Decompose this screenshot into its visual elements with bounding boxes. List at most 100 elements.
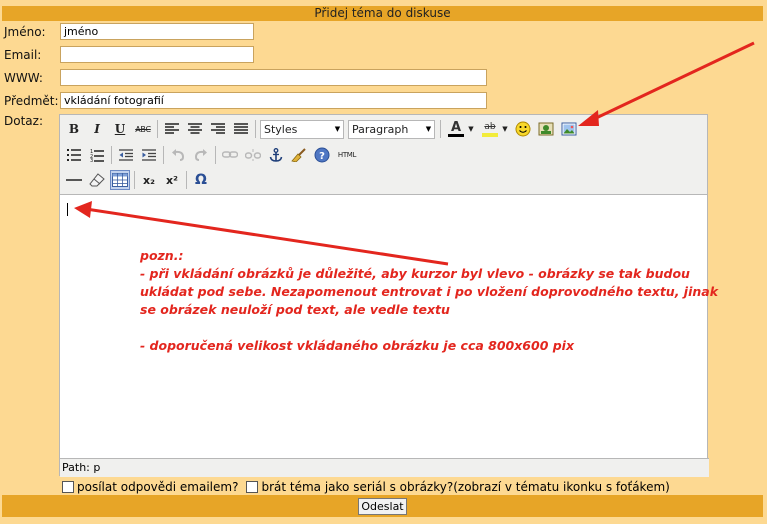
name-input[interactable]: jméno — [60, 23, 254, 40]
bold-button[interactable]: B — [64, 119, 84, 139]
remove-format-button[interactable] — [87, 170, 107, 190]
broom-icon — [291, 148, 306, 162]
text-cursor — [67, 203, 68, 216]
smiley-icon — [515, 121, 531, 137]
note-line: - doporučená velikost vkládaného obrázku… — [140, 338, 575, 353]
insert-media-button[interactable] — [536, 119, 556, 139]
align-center-icon — [188, 123, 202, 134]
toolbar-separator — [163, 146, 164, 164]
note-line: pozn.: — [140, 248, 184, 263]
note-line — [140, 319, 660, 337]
italic-button[interactable]: I — [87, 119, 107, 139]
highlight-color-button[interactable]: ab — [479, 119, 501, 139]
bullet-list-button[interactable] — [64, 145, 84, 165]
toolbar-separator — [111, 146, 112, 164]
paragraph-select-value: Paragraph — [352, 122, 409, 136]
horizontal-rule-button[interactable] — [64, 170, 84, 190]
indent-icon — [142, 149, 156, 161]
email-label: Email: — [4, 48, 42, 62]
bullet-list-icon — [67, 149, 81, 161]
font-color-dropdown[interactable]: ▼ — [467, 119, 475, 139]
svg-text:3: 3 — [90, 158, 93, 162]
align-right-button[interactable] — [208, 119, 228, 139]
strikethrough-button[interactable]: ABC — [133, 119, 153, 139]
toolbar-separator — [255, 120, 256, 138]
www-input[interactable] — [60, 69, 487, 86]
align-justify-button[interactable] — [231, 119, 251, 139]
redo-button[interactable] — [191, 145, 211, 165]
align-center-button[interactable] — [185, 119, 205, 139]
numbered-list-button[interactable]: 123 — [87, 145, 107, 165]
eraser-icon — [89, 173, 105, 187]
serial-label: brát téma jako seriál s obrázky?(zobrazí… — [261, 480, 670, 494]
outdent-icon — [119, 149, 133, 161]
indent-button[interactable] — [139, 145, 159, 165]
underline-button[interactable]: U — [110, 119, 130, 139]
form-header: Přidej téma do diskuse — [2, 6, 763, 21]
cleanup-button[interactable] — [289, 145, 309, 165]
align-left-button[interactable] — [162, 119, 182, 139]
outdent-button[interactable] — [116, 145, 136, 165]
editor-toolbar-row-2: 123 ? HTML — [64, 144, 362, 166]
toolbar-separator — [186, 171, 187, 189]
styles-select-value: Styles — [264, 122, 298, 136]
unlink-icon — [245, 149, 261, 161]
subject-label: Předmět: — [4, 94, 59, 108]
numbered-list-icon: 123 — [90, 149, 104, 162]
submit-button[interactable]: Odeslat — [358, 498, 407, 515]
options-row: posílat odpovědi emailem? brát téma jako… — [62, 480, 670, 494]
highlight-icon: ab — [484, 121, 496, 132]
highlight-color-dropdown[interactable]: ▼ — [501, 119, 509, 139]
editor-path-status: Path: p — [60, 458, 709, 477]
help-icon: ? — [314, 147, 330, 163]
special-character-button[interactable]: Ω — [191, 170, 211, 190]
table-button[interactable] — [110, 170, 130, 190]
unlink-button[interactable] — [243, 145, 263, 165]
link-icon — [222, 151, 238, 158]
subscript-button[interactable]: x₂ — [139, 170, 159, 190]
question-label: Dotaz: — [4, 114, 43, 128]
note-line: se obrázek neuloží pod text, ale vedle t… — [140, 302, 450, 317]
editor-toolbar-row-3: x₂ x² Ω — [64, 169, 214, 191]
www-label: WWW: — [4, 71, 43, 85]
font-color-swatch — [448, 134, 464, 137]
emoticon-button[interactable] — [513, 119, 533, 139]
align-justify-icon — [234, 123, 248, 134]
image-icon — [561, 122, 577, 136]
chevron-down-icon: ▼ — [334, 125, 341, 133]
media-icon — [538, 122, 554, 136]
font-color-icon: A — [450, 120, 462, 135]
paragraph-select[interactable]: Paragraph ▼ — [348, 119, 435, 139]
align-right-icon — [211, 123, 225, 134]
editor-note: pozn.: - při vkládání obrázků je důležit… — [140, 247, 719, 355]
toolbar-separator — [215, 146, 216, 164]
anchor-icon — [269, 148, 283, 162]
svg-text:?: ? — [319, 151, 325, 162]
email-input[interactable] — [60, 46, 254, 63]
anchor-button[interactable] — [266, 145, 286, 165]
insert-image-button[interactable] — [559, 119, 579, 139]
editor-content-area[interactable]: pozn.: - při vkládání obrázků je důležit… — [60, 194, 719, 459]
highlight-color-swatch — [482, 132, 498, 137]
note-line: ukládat pod sebe. Nezapomenout entrovat … — [140, 284, 719, 299]
horizontal-rule-icon — [66, 179, 82, 181]
editor-toolbar-row-1: B I U ABC Styles ▼ Paragraph ▼ A ▼ ab ▼ — [64, 118, 582, 140]
insert-link-button[interactable] — [220, 145, 240, 165]
chevron-down-icon: ▼ — [425, 125, 432, 133]
undo-icon — [172, 149, 185, 161]
styles-select[interactable]: Styles ▼ — [260, 119, 344, 139]
align-left-icon — [165, 123, 179, 134]
serial-checkbox[interactable] — [246, 481, 259, 493]
subject-input[interactable]: vkládání fotografií — [60, 92, 487, 109]
redo-icon — [194, 149, 207, 161]
email-replies-checkbox[interactable] — [62, 481, 74, 493]
help-button[interactable]: ? — [312, 145, 332, 165]
toolbar-separator — [134, 171, 135, 189]
font-color-button[interactable]: A — [445, 119, 467, 139]
rich-text-editor: B I U ABC Styles ▼ Paragraph ▼ A ▼ ab ▼ … — [59, 114, 719, 477]
undo-button[interactable] — [168, 145, 188, 165]
superscript-button[interactable]: x² — [162, 170, 182, 190]
email-replies-label: posílat odpovědi emailem? — [77, 480, 239, 494]
html-source-button[interactable]: HTML — [335, 145, 359, 165]
name-label: Jméno: — [4, 25, 46, 39]
